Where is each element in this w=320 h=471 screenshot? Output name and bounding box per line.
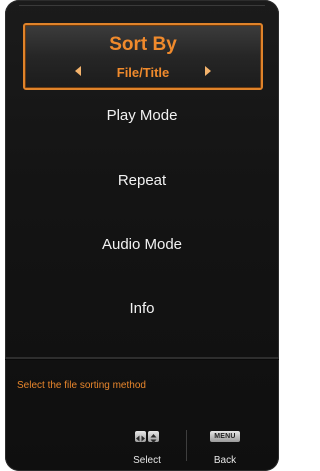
back-label: Back <box>213 455 237 466</box>
up-down-keys-icon <box>148 431 159 443</box>
menu-item-play-mode[interactable]: Play Mode <box>5 107 279 124</box>
menu-item-info[interactable]: Info <box>5 300 279 317</box>
divider <box>5 357 279 360</box>
options-panel: Sort By File/Title Play Mode Repeat Audi… <box>5 0 279 471</box>
panel-edge <box>19 5 265 6</box>
menu-item-repeat[interactable]: Repeat <box>5 172 279 189</box>
menu-item-audio-mode[interactable]: Audio Mode <box>5 236 279 253</box>
menu-key-icon: MENU <box>210 431 240 442</box>
menu-item-sort-by[interactable]: Sort By File/Title <box>23 23 263 90</box>
right-arrow-icon[interactable] <box>205 66 211 76</box>
hint-text: Select the file sorting method <box>17 380 146 391</box>
help-bar: Select MENU Back <box>5 424 279 469</box>
left-right-keys-icon <box>135 431 146 442</box>
help-separator <box>186 430 187 461</box>
sort-by-label: Sort By <box>109 34 177 55</box>
help-select: Select <box>127 431 167 466</box>
select-label: Select <box>133 455 161 466</box>
help-back: MENU Back <box>201 431 249 466</box>
sort-by-value: File/Title <box>116 65 170 80</box>
